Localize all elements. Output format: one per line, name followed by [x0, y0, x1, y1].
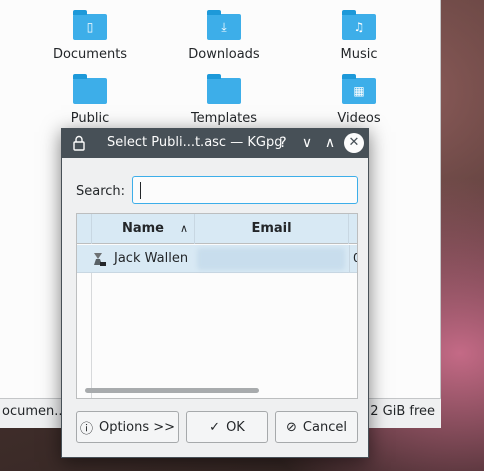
table-row[interactable]: Jack Wallen 0 [77, 245, 357, 273]
dialog-titlebar[interactable]: Select Publi...t.asc — KGpg ? ∨ ∧ ✕ [62, 129, 368, 158]
folder-label: Music [340, 47, 378, 62]
ok-button[interactable]: ✓ OK [186, 411, 268, 443]
column-header-email[interactable]: Email [195, 214, 349, 244]
folder-label: Public [70, 111, 110, 126]
downloads-folder-icon: ⤓ [207, 10, 241, 40]
cancel-button-label: Cancel [302, 419, 347, 435]
sort-ascending-icon: ∧ [179, 222, 188, 235]
dialog-title: Select Publi...t.asc — KGpg [107, 135, 283, 150]
horizontal-scrollbar[interactable] [85, 388, 259, 393]
column-divider [349, 245, 350, 273]
table-header: Name ∧ Email [77, 214, 357, 244]
column-email-label: Email [251, 221, 292, 236]
close-icon[interactable]: ✕ [344, 133, 364, 153]
select-public-key-dialog: Select Publi...t.asc — KGpg ? ∨ ∧ ✕ Sear… [61, 128, 369, 458]
folder-label: Downloads [188, 47, 260, 62]
options-button[interactable]: ⓘ Options >> [76, 411, 179, 443]
folder-documents[interactable]: ▯ Documents [35, 10, 145, 62]
minimize-icon[interactable]: ∨ [297, 133, 317, 153]
cancel-icon: ⊘ [286, 419, 297, 435]
options-button-label: Options >> [98, 419, 176, 435]
key-owner-name: Jack Wallen [114, 251, 189, 266]
text-cursor [140, 182, 141, 199]
music-folder-icon: ♫ [342, 10, 376, 40]
folder-label: Videos [337, 111, 381, 126]
status-selection-text: ocumen... [2, 404, 67, 419]
folder-videos[interactable]: ▦ Videos [304, 74, 414, 126]
search-label: Search: [76, 184, 126, 199]
status-free-space: .2 GiB free [366, 404, 435, 419]
folder-downloads[interactable]: ⤓ Downloads [169, 10, 279, 62]
help-icon[interactable]: ? [273, 133, 293, 153]
public-folder-icon [73, 74, 107, 104]
key-list-table[interactable]: Name ∧ Email Jack Wallen 0 [76, 213, 358, 399]
maximize-icon[interactable]: ∧ [320, 133, 340, 153]
column-header-name[interactable]: Name ∧ [91, 214, 195, 244]
templates-folder-icon [207, 74, 241, 104]
folder-label: Documents [52, 47, 128, 62]
column-name-label: Name [121, 221, 164, 236]
search-input[interactable] [132, 176, 358, 204]
key-email-redacted [197, 248, 345, 270]
cancel-button[interactable]: ⊘ Cancel [275, 411, 358, 443]
videos-folder-icon: ▦ [342, 74, 376, 104]
key-id-truncated: 0 [353, 251, 357, 265]
folder-public[interactable]: Public [35, 74, 145, 126]
key-pair-icon [94, 253, 106, 266]
folder-templates[interactable]: Templates [169, 74, 279, 126]
documents-folder-icon: ▯ [73, 10, 107, 40]
lock-icon [73, 135, 85, 151]
folder-music[interactable]: ♫ Music [304, 10, 414, 62]
folder-label: Templates [190, 111, 258, 126]
checkmark-icon: ✓ [209, 419, 221, 435]
ok-button-label: OK [226, 419, 245, 435]
column-divider [91, 273, 92, 398]
info-icon: ⓘ [79, 421, 93, 437]
